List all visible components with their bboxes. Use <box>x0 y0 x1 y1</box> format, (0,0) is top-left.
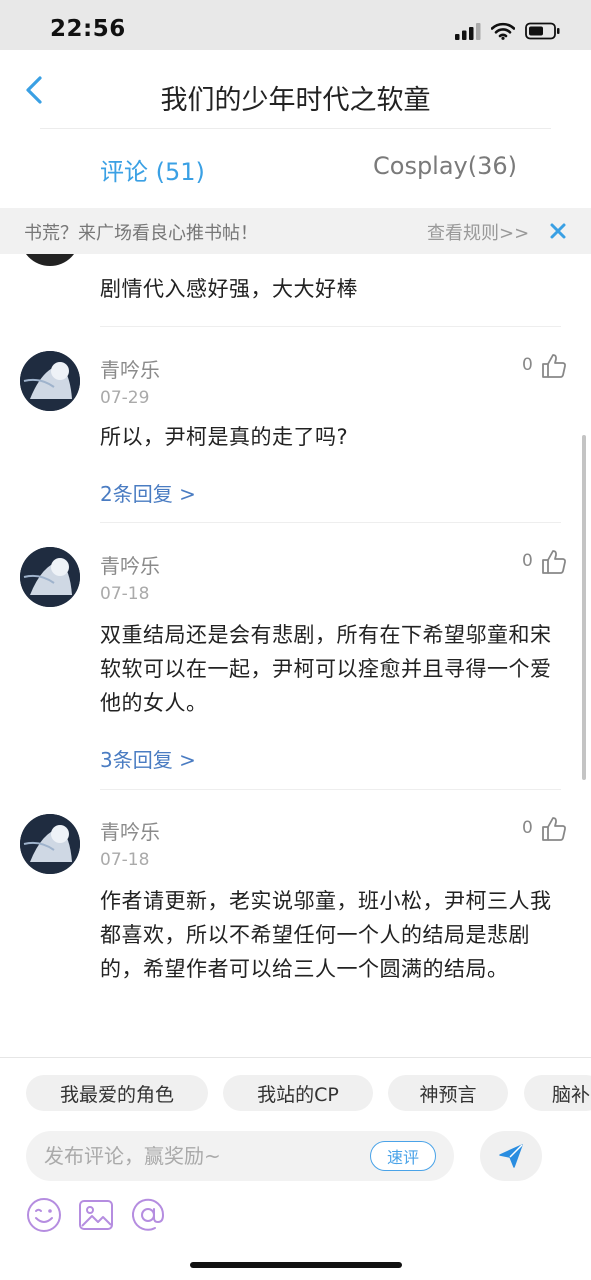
avatar-image <box>20 351 80 411</box>
comment-date: 07-29 <box>100 388 150 408</box>
emoji-icon[interactable] <box>25 1196 63 1234</box>
comment-text: 双重结局还是会有悲剧，所有在下希望邬童和宋软软可以在一起，尹柯可以痊愈并且寻得一… <box>100 623 552 715</box>
wifi-icon <box>491 22 515 40</box>
image-icon[interactable] <box>77 1196 115 1234</box>
divider <box>100 522 561 523</box>
view-replies-link[interactable]: 3条回复 > <box>100 744 196 773</box>
view-replies-link[interactable]: 2条回复 > <box>100 478 196 507</box>
send-button[interactable] <box>480 1131 542 1181</box>
tab-cosplay[interactable]: Cosplay(36) <box>373 152 517 180</box>
close-icon[interactable] <box>546 219 570 243</box>
avatar[interactable] <box>20 814 80 874</box>
avatar[interactable] <box>20 351 80 411</box>
status-time: 22:56 <box>50 16 126 42</box>
comment-date: 07-18 <box>100 584 150 604</box>
comment-input[interactable] <box>44 1131 364 1181</box>
nav-bar: 我们的少年时代之软童 <box>0 50 591 130</box>
at-icon[interactable] <box>129 1196 167 1234</box>
status-bar: 22:56 <box>0 0 591 50</box>
composer-panel: 我最爱的角色 我站的CP 神预言 脑补 速评 <box>0 1057 591 1280</box>
page-title: 我们的少年时代之软童 <box>160 85 431 116</box>
thumbs-up-icon <box>541 550 566 574</box>
tag-chip[interactable]: 神预言 <box>388 1075 508 1111</box>
send-icon <box>499 1144 523 1168</box>
comment-text: 剧情代入感好强，大大好棒 <box>100 277 358 301</box>
signal-icon <box>455 23 481 40</box>
like-button[interactable]: 0 <box>522 353 567 379</box>
thumbs-up-icon <box>541 354 566 378</box>
home-indicator[interactable] <box>190 1262 402 1268</box>
tag-chip[interactable]: 我最爱的角色 <box>26 1075 208 1111</box>
avatar[interactable] <box>20 254 80 266</box>
comment-text: 所以，尹柯是真的走了吗? <box>100 425 349 449</box>
notice-text: 书荒？来广场看良心推书帖！ <box>24 223 258 244</box>
divider <box>100 326 561 327</box>
comment-username[interactable]: 青吟乐 <box>100 816 160 845</box>
like-button[interactable]: 0 <box>522 816 567 842</box>
like-button[interactable]: 0 <box>522 549 567 575</box>
avatar-image <box>20 814 80 874</box>
notice-banner: 书荒？来广场看良心推书帖！ 查看规则>> <box>0 208 591 254</box>
like-count: 0 <box>522 355 533 375</box>
avatar-image <box>20 547 80 607</box>
view-rules-link[interactable]: 查看规则>> <box>427 219 529 245</box>
tag-chip[interactable]: 我站的CP <box>223 1075 373 1111</box>
battery-icon <box>525 22 560 40</box>
comment-date: 07-18 <box>100 850 150 870</box>
divider <box>100 789 561 790</box>
nav-divider <box>40 128 551 129</box>
tab-comments[interactable]: 评论 (51) <box>100 152 205 187</box>
comment-input-box[interactable]: 速评 <box>26 1131 454 1181</box>
scrollbar[interactable] <box>582 435 586 780</box>
comment-text: 作者请更新，老实说邬童，班小松，尹柯三人我都喜欢，所以不希望任何一个人的结局是悲… <box>100 889 552 981</box>
status-icons <box>455 20 561 42</box>
like-count: 0 <box>522 551 533 571</box>
comment-feed[interactable]: 剧情代入感好强，大大好棒 青吟乐 07-29 0 所以，尹柯是真的走了吗? 2条… <box>0 254 591 1057</box>
quick-review-button[interactable]: 速评 <box>370 1141 436 1171</box>
tag-chip[interactable]: 脑补 <box>524 1075 591 1111</box>
comment-username[interactable]: 青吟乐 <box>100 354 160 383</box>
avatar[interactable] <box>20 547 80 607</box>
tab-bar: 评论 (51) Cosplay(36) <box>0 130 591 208</box>
comment-username[interactable]: 青吟乐 <box>100 550 160 579</box>
thumbs-up-icon <box>541 817 566 841</box>
like-count: 0 <box>522 818 533 838</box>
